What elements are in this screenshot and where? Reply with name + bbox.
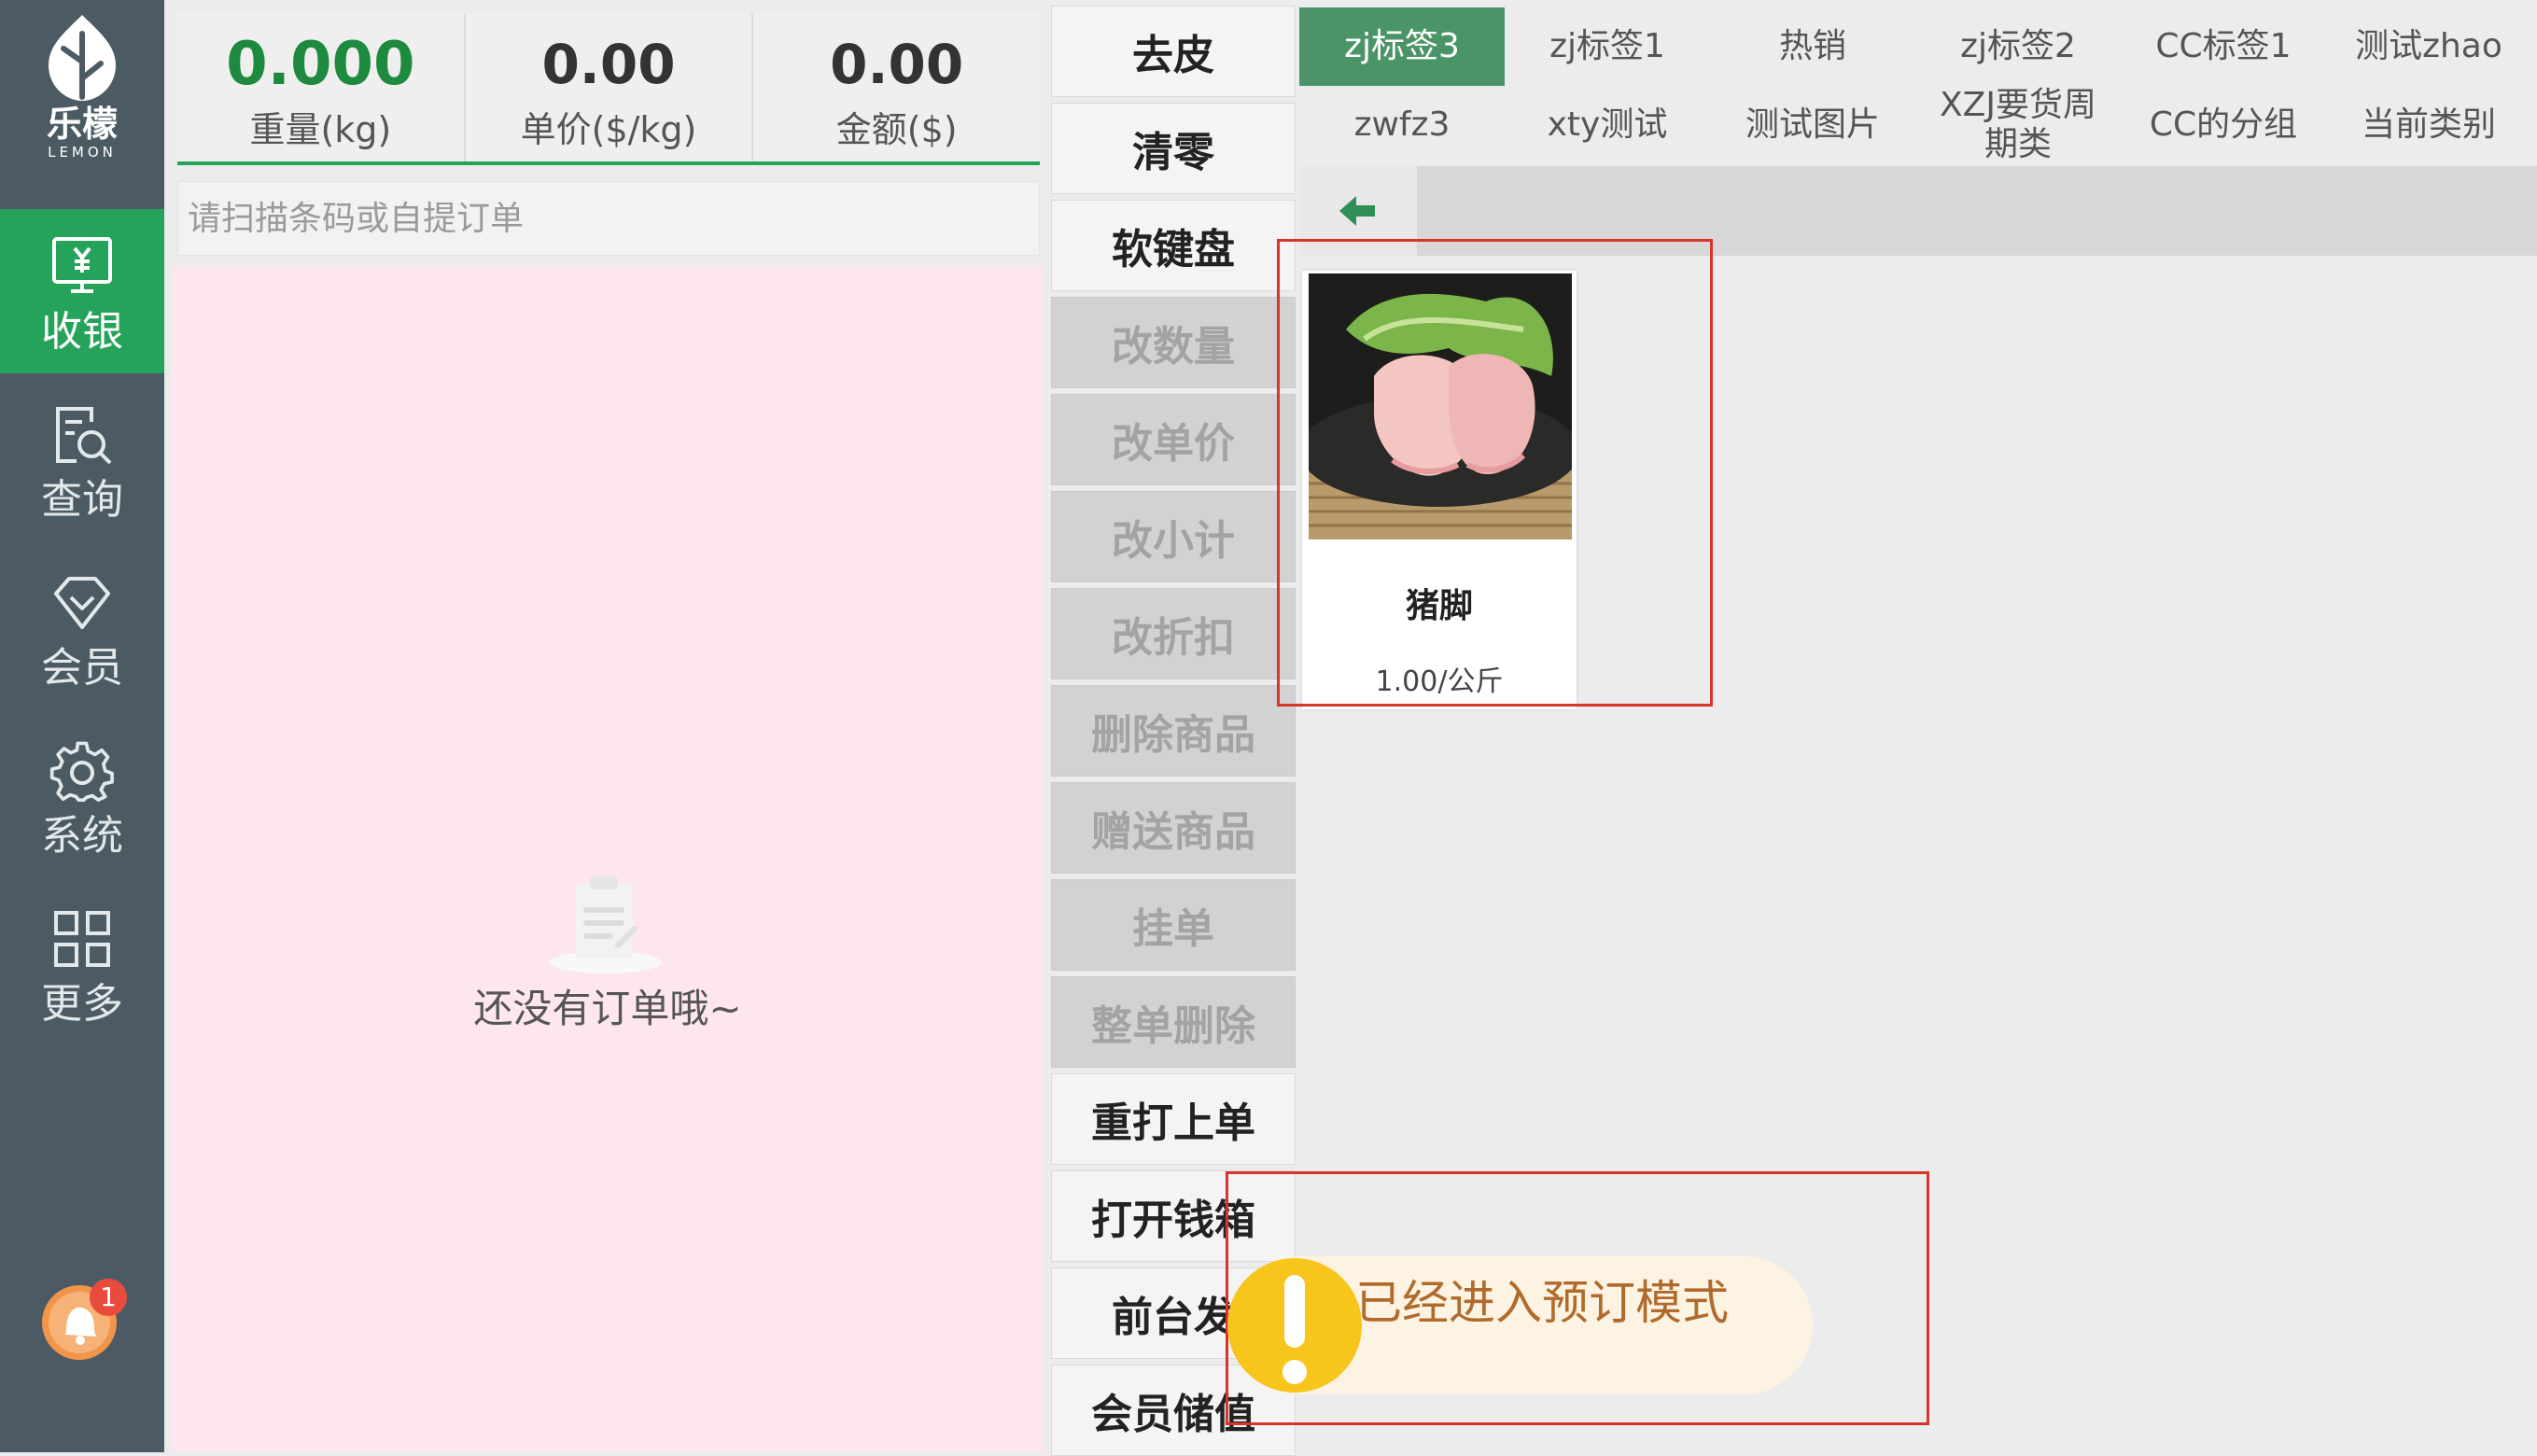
- lemon-leaf-icon: [49, 15, 116, 101]
- document-search-icon: [56, 407, 112, 465]
- category-tab[interactable]: zj标签3: [1299, 7, 1505, 86]
- nav-label: 更多: [41, 980, 123, 1028]
- gear-icon: [49, 741, 114, 803]
- unit-price-cell: 0.00 单价($/kg): [466, 13, 754, 161]
- change-subtotal-button[interactable]: 改小计: [1051, 491, 1296, 582]
- scale-display: 0.000 重量(kg) 0.00 单价($/kg) 0.00 金额($): [177, 13, 1040, 165]
- amount-label: 金额($): [835, 109, 958, 150]
- category-tab[interactable]: zj标签2: [1915, 7, 2121, 86]
- barcode-scan-input[interactable]: [177, 181, 1040, 256]
- category-tab[interactable]: zj标签1: [1505, 7, 1710, 86]
- category-tab[interactable]: xty测试: [1505, 86, 1710, 164]
- nav-label: 查询: [41, 476, 123, 524]
- notification-badge: 1: [90, 1279, 127, 1316]
- product-name: 猪脚: [1405, 587, 1473, 625]
- category-tab[interactable]: 测试zhao: [2326, 7, 2531, 86]
- category-tab[interactable]: CC的分组: [2121, 86, 2326, 164]
- nav-more[interactable]: 更多: [0, 881, 164, 1045]
- amount-cell: 0.00 金额($): [753, 13, 1040, 161]
- brand-subtitle: LEMON: [48, 144, 117, 161]
- change-unit-price-button[interactable]: 改单价: [1051, 394, 1296, 485]
- empty-order-text: 还没有订单哦~: [473, 986, 742, 1031]
- nav-label: 系统: [41, 812, 123, 860]
- category-tab[interactable]: 热销: [1710, 7, 1915, 86]
- grid-icon: [54, 911, 110, 967]
- reservation-mode-toast: 已经进入预订模式: [1227, 1256, 1813, 1394]
- back-arrow-icon: [1339, 196, 1375, 226]
- function-buttons: 去皮 清零 软键盘 改数量 改单价 改小计 改折扣 删除商品 赠送商品 挂单 整…: [1051, 6, 1296, 1456]
- reprint-last-button[interactable]: 重打上单: [1051, 1073, 1296, 1165]
- change-quantity-button[interactable]: 改数量: [1051, 297, 1296, 388]
- soft-keyboard-button[interactable]: 软键盘: [1051, 200, 1296, 291]
- category-tab[interactable]: CC标签1: [2121, 7, 2326, 86]
- notification-bell[interactable]: 1: [39, 1279, 127, 1363]
- hold-order-button[interactable]: 挂单: [1051, 879, 1296, 971]
- nav-member[interactable]: 会员: [0, 545, 164, 709]
- back-button[interactable]: [1299, 166, 1417, 256]
- nav-query[interactable]: 查询: [0, 377, 164, 541]
- gift-item-button[interactable]: 赠送商品: [1051, 782, 1296, 874]
- zero-button[interactable]: 清零: [1051, 103, 1296, 194]
- product-image: [1309, 273, 1572, 539]
- notification-count: 1: [100, 1281, 117, 1312]
- unit-price-value: 0.00: [541, 33, 676, 96]
- diamond-icon: [54, 577, 110, 629]
- lemon-logo: 乐檬 LEMON: [0, 13, 164, 176]
- weight-value: 0.000: [226, 30, 415, 99]
- sidebar: 乐檬 LEMON 收银 查询 会员 系统 更多 1: [0, 0, 164, 1452]
- product-card[interactable]: 猪脚 1.00/公斤: [1302, 271, 1577, 709]
- category-tabs: zj标签3 zj标签1 热销 zj标签2 CC标签1 测试zhao zwfz3 …: [1299, 7, 2537, 174]
- unit-price-label: 单价($/kg): [520, 109, 697, 150]
- nav-label: 会员: [41, 644, 123, 692]
- nav-label: 收银: [41, 308, 123, 356]
- exclamation-icon: [1227, 1258, 1362, 1393]
- category-tab[interactable]: 测试图片: [1710, 86, 1915, 164]
- amount-value: 0.00: [830, 33, 964, 96]
- tare-button[interactable]: 去皮: [1051, 6, 1296, 97]
- category-tab[interactable]: 当前类别: [2326, 86, 2531, 164]
- brand-name: 乐檬: [46, 104, 118, 145]
- cashier-monitor-icon: [52, 237, 112, 293]
- product-price: 1.00/公斤: [1375, 665, 1504, 698]
- delete-item-button[interactable]: 删除商品: [1051, 685, 1296, 777]
- change-discount-button[interactable]: 改折扣: [1051, 588, 1296, 679]
- category-tab[interactable]: XZJ要货周期类: [1915, 86, 2121, 164]
- delete-order-button[interactable]: 整单删除: [1051, 976, 1296, 1068]
- order-list: 还没有订单哦~: [172, 266, 1044, 1452]
- toast-message: 已经进入预订模式: [1355, 1276, 1729, 1330]
- category-tab[interactable]: zwfz3: [1299, 86, 1505, 164]
- weight-cell: 0.000 重量(kg): [177, 13, 466, 161]
- empty-order-icon: [550, 876, 662, 973]
- weight-label: 重量(kg): [249, 109, 392, 150]
- subcategory-bar: [1299, 166, 2537, 256]
- nav-system[interactable]: 系统: [0, 713, 164, 877]
- nav-cashier[interactable]: 收银: [0, 209, 164, 373]
